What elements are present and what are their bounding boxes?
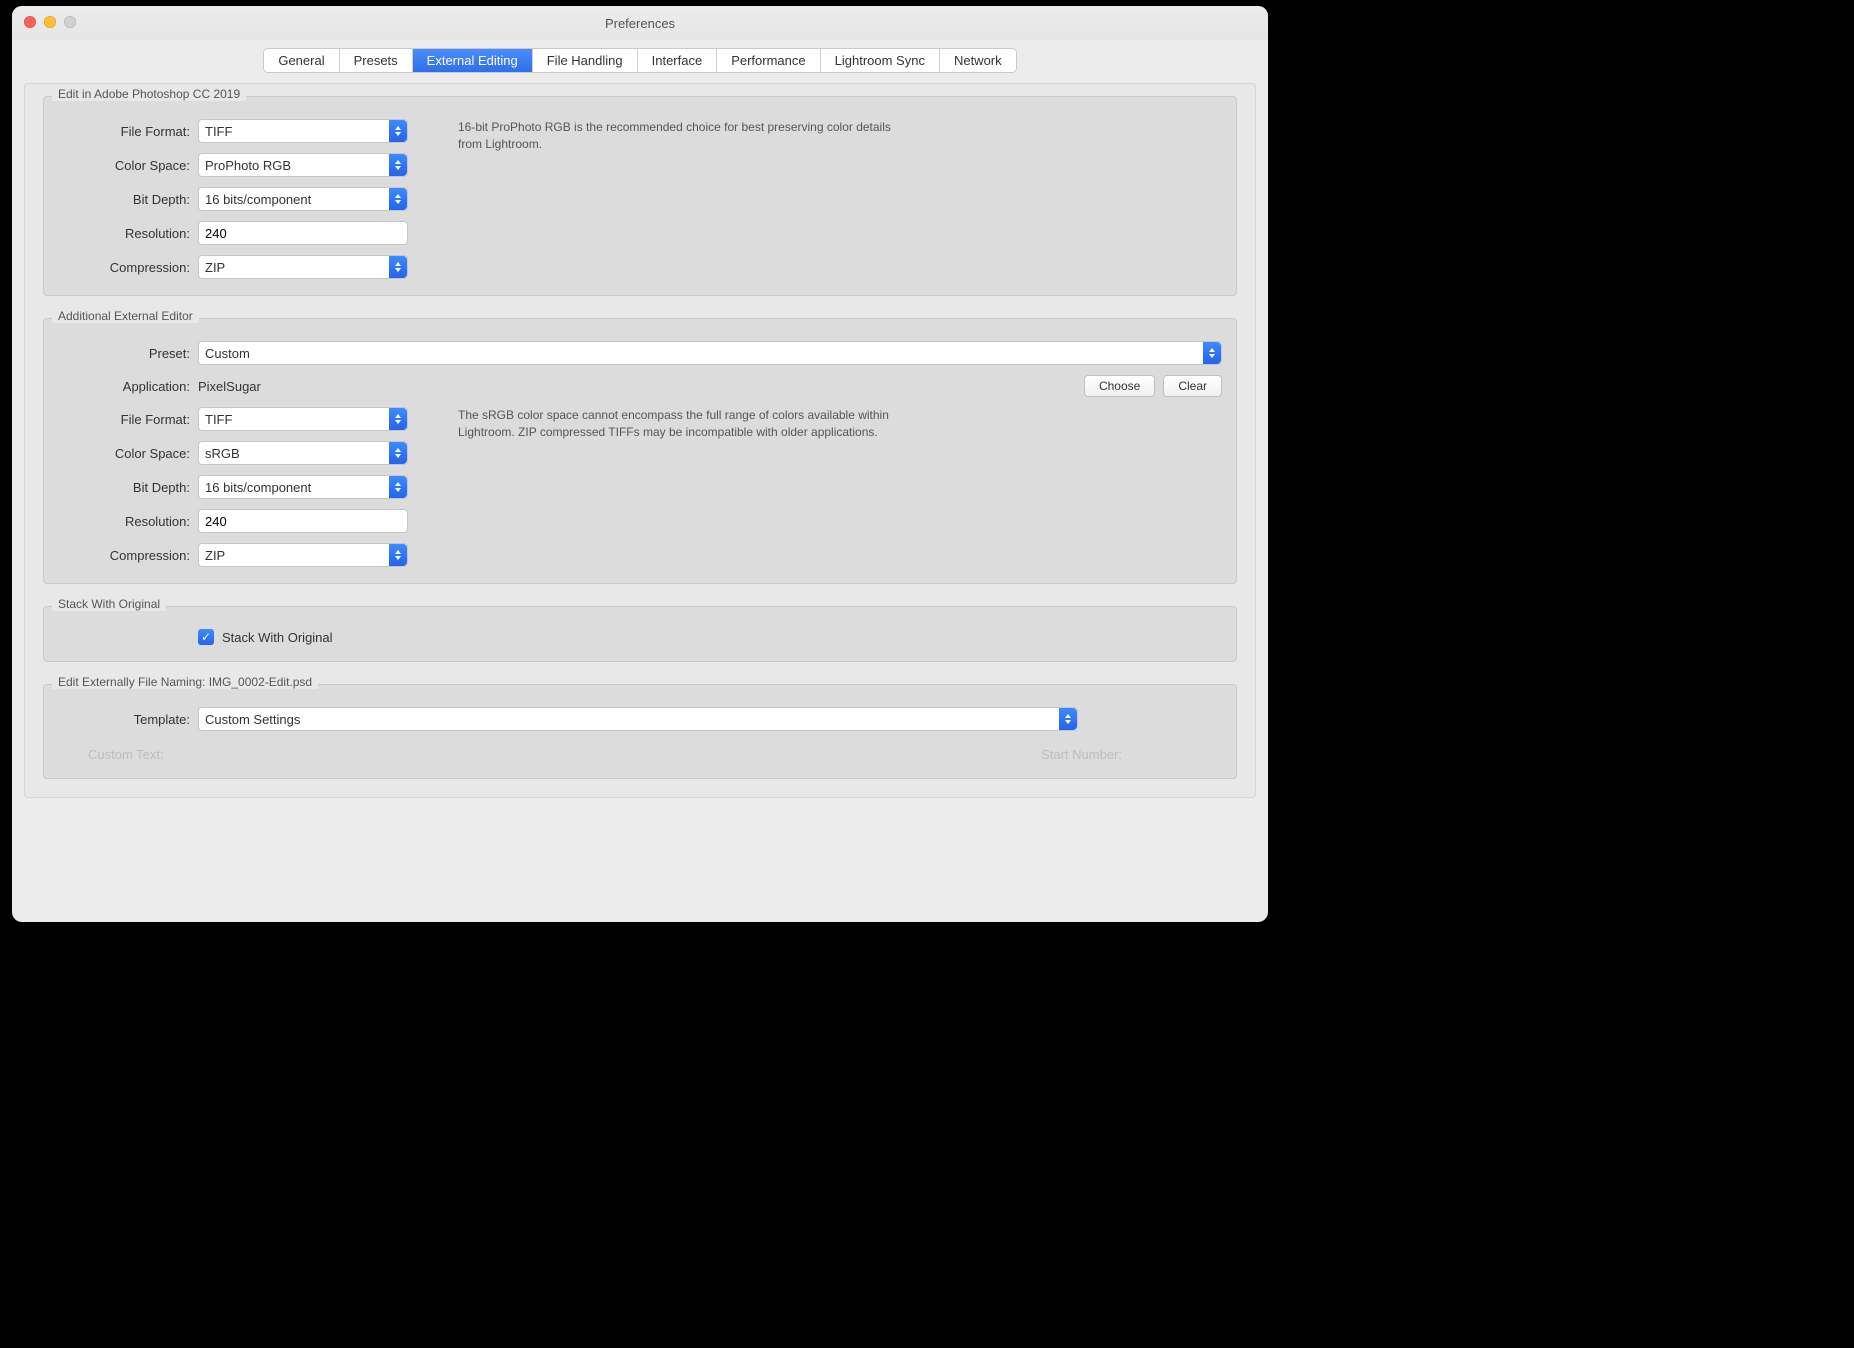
choose-button[interactable]: Choose <box>1084 375 1155 397</box>
color-space-select[interactable]: ProPhoto RGB <box>198 153 408 177</box>
group-edit-in-photoshop: Edit in Adobe Photoshop CC 2019 File For… <box>43 96 1237 296</box>
bit-depth-value: 16 bits/component <box>205 192 311 207</box>
tab-network[interactable]: Network <box>940 49 1016 72</box>
bit-depth-select[interactable]: 16 bits/component <box>198 475 408 499</box>
tab-file-handling[interactable]: File Handling <box>533 49 638 72</box>
group-legend: Edit in Adobe Photoshop CC 2019 <box>52 87 246 101</box>
stack-with-original-label: Stack With Original <box>222 630 333 645</box>
label-bit-depth: Bit Depth: <box>58 192 198 207</box>
select-stepper-icon <box>389 476 407 498</box>
minimize-window-button[interactable] <box>44 16 56 28</box>
group-additional-editor: Additional External Editor Preset: Custo… <box>43 318 1237 584</box>
application-value: PixelSugar <box>198 379 1084 394</box>
tab-bar: General Presets External Editing File Ha… <box>263 48 1016 73</box>
preferences-content: Edit in Adobe Photoshop CC 2019 File For… <box>24 83 1256 798</box>
file-format-value: TIFF <box>205 412 232 427</box>
label-file-format: File Format: <box>58 412 198 427</box>
tab-general[interactable]: General <box>264 49 339 72</box>
compression-select[interactable]: ZIP <box>198 543 408 567</box>
label-custom-text: Custom Text: <box>58 747 172 762</box>
resolution-input[interactable] <box>205 226 401 241</box>
label-compression: Compression: <box>58 548 198 563</box>
tab-presets[interactable]: Presets <box>340 49 413 72</box>
preset-select[interactable]: Custom <box>198 341 1222 365</box>
label-start-number: Start Number: <box>1041 747 1222 762</box>
label-template: Template: <box>58 712 198 727</box>
label-preset: Preset: <box>58 346 198 361</box>
clear-button[interactable]: Clear <box>1163 375 1222 397</box>
label-color-space: Color Space: <box>58 446 198 461</box>
label-resolution: Resolution: <box>58 514 198 529</box>
file-format-select[interactable]: TIFF <box>198 407 408 431</box>
file-format-value: TIFF <box>205 124 232 139</box>
stack-with-original-checkbox[interactable] <box>198 629 214 645</box>
select-stepper-icon <box>389 120 407 142</box>
preset-value: Custom <box>205 346 250 361</box>
compression-value: ZIP <box>205 548 225 563</box>
select-stepper-icon <box>1203 342 1221 364</box>
label-file-format: File Format: <box>58 124 198 139</box>
resolution-input-wrap <box>198 509 408 533</box>
color-space-select[interactable]: sRGB <box>198 441 408 465</box>
select-stepper-icon <box>389 408 407 430</box>
tab-performance[interactable]: Performance <box>717 49 820 72</box>
compression-select[interactable]: ZIP <box>198 255 408 279</box>
group-file-naming: Edit Externally File Naming: IMG_0002-Ed… <box>43 684 1237 779</box>
label-resolution: Resolution: <box>58 226 198 241</box>
tab-interface[interactable]: Interface <box>638 49 718 72</box>
label-compression: Compression: <box>58 260 198 275</box>
template-value: Custom Settings <box>205 712 300 727</box>
resolution-input-wrap <box>198 221 408 245</box>
label-application: Application: <box>58 379 198 394</box>
bit-depth-value: 16 bits/component <box>205 480 311 495</box>
select-stepper-icon <box>389 256 407 278</box>
select-stepper-icon <box>389 154 407 176</box>
additional-help-text: The sRGB color space cannot encompass th… <box>458 407 898 567</box>
resolution-input[interactable] <box>205 514 401 529</box>
bit-depth-select[interactable]: 16 bits/component <box>198 187 408 211</box>
label-color-space: Color Space: <box>58 158 198 173</box>
color-space-value: sRGB <box>205 446 240 461</box>
template-select[interactable]: Custom Settings <box>198 707 1078 731</box>
tab-external-editing[interactable]: External Editing <box>413 49 533 72</box>
window-title: Preferences <box>605 16 675 31</box>
select-stepper-icon <box>389 544 407 566</box>
color-space-value: ProPhoto RGB <box>205 158 291 173</box>
select-stepper-icon <box>389 442 407 464</box>
select-stepper-icon <box>389 188 407 210</box>
window-controls <box>24 16 76 28</box>
titlebar: Preferences <box>12 6 1268 40</box>
tab-lightroom-sync[interactable]: Lightroom Sync <box>821 49 940 72</box>
photoshop-help-text: 16-bit ProPhoto RGB is the recommended c… <box>458 119 898 279</box>
compression-value: ZIP <box>205 260 225 275</box>
close-window-button[interactable] <box>24 16 36 28</box>
select-stepper-icon <box>1059 708 1077 730</box>
preferences-window: Preferences General Presets External Edi… <box>12 6 1268 922</box>
group-stack-with-original: Stack With Original Stack With Original <box>43 606 1237 662</box>
preferences-tabs: General Presets External Editing File Ha… <box>12 48 1268 73</box>
file-format-select[interactable]: TIFF <box>198 119 408 143</box>
label-bit-depth: Bit Depth: <box>58 480 198 495</box>
group-legend: Additional External Editor <box>52 309 199 323</box>
group-legend: Stack With Original <box>52 597 166 611</box>
group-legend: Edit Externally File Naming: IMG_0002-Ed… <box>52 675 318 689</box>
zoom-window-button[interactable] <box>64 16 76 28</box>
